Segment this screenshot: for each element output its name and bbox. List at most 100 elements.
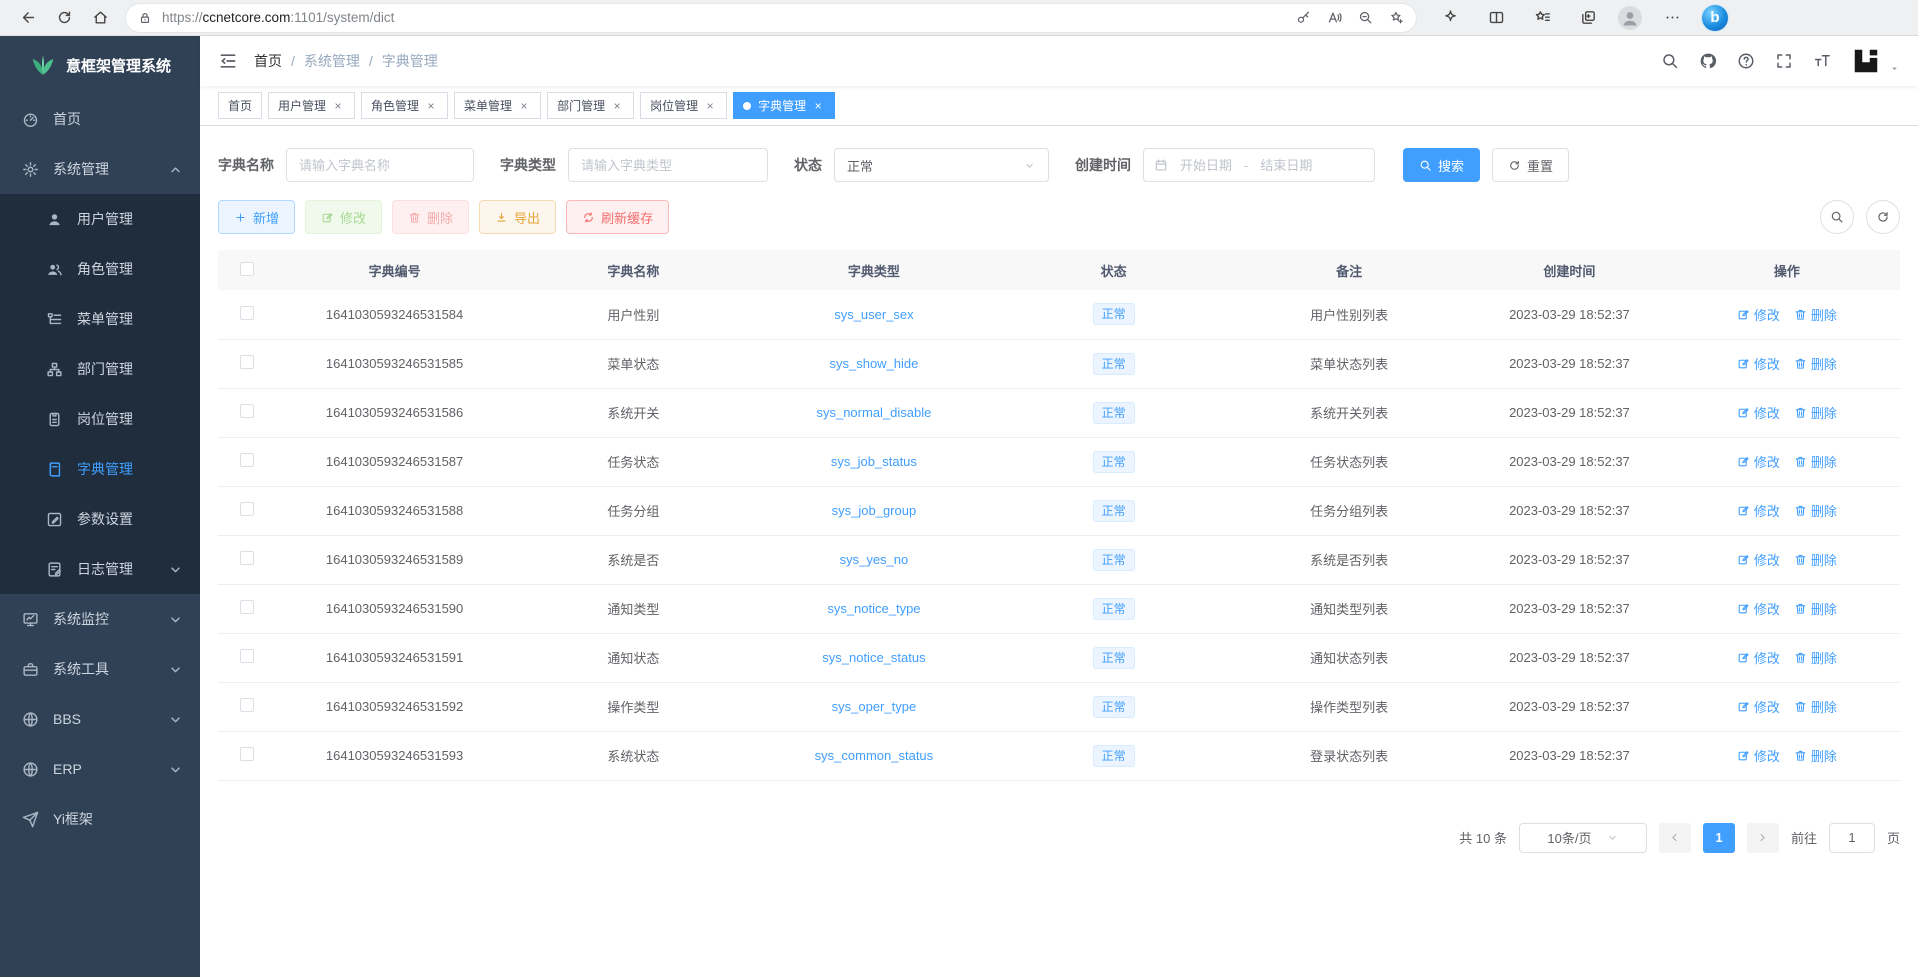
sidebar-item-6[interactable]: 岗位管理 bbox=[0, 394, 200, 444]
tab-close-icon[interactable]: × bbox=[703, 99, 717, 113]
password-key-icon[interactable] bbox=[1296, 10, 1311, 25]
dict-type-link[interactable]: sys_normal_disable bbox=[816, 405, 931, 420]
sidebar-item-3[interactable]: 角色管理 bbox=[0, 244, 200, 294]
status-select[interactable]: 正常 bbox=[834, 148, 1049, 182]
row-delete-button[interactable]: 删除 bbox=[1794, 599, 1837, 618]
header-search-icon[interactable] bbox=[1661, 52, 1679, 70]
edit-button[interactable]: 修改 bbox=[305, 200, 382, 234]
row-checkbox[interactable] bbox=[240, 306, 254, 320]
prev-page-button[interactable] bbox=[1659, 823, 1691, 853]
row-edit-button[interactable]: 修改 bbox=[1737, 746, 1780, 765]
tab-0[interactable]: 首页 bbox=[218, 92, 262, 119]
toggle-search-button[interactable] bbox=[1820, 200, 1854, 234]
sidebar-item-4[interactable]: 菜单管理 bbox=[0, 294, 200, 344]
sidebar-item-8[interactable]: 参数设置 bbox=[0, 494, 200, 544]
sidebar-item-13[interactable]: ERP bbox=[0, 744, 200, 794]
row-delete-button[interactable]: 删除 bbox=[1794, 697, 1837, 716]
row-edit-button[interactable]: 修改 bbox=[1737, 648, 1780, 667]
browser-home-icon[interactable] bbox=[84, 3, 116, 33]
row-checkbox[interactable] bbox=[240, 747, 254, 761]
search-button[interactable]: 搜索 bbox=[1403, 148, 1480, 182]
date-end-input[interactable] bbox=[1254, 158, 1318, 173]
dict-type-link[interactable]: sys_show_hide bbox=[829, 356, 918, 371]
row-checkbox[interactable] bbox=[240, 453, 254, 467]
row-edit-button[interactable]: 修改 bbox=[1737, 305, 1780, 324]
read-aloud-icon[interactable] bbox=[1327, 10, 1342, 25]
sidebar-item-12[interactable]: BBS bbox=[0, 694, 200, 744]
delete-button[interactable]: 删除 bbox=[392, 200, 469, 234]
sidebar-item-2[interactable]: 用户管理 bbox=[0, 194, 200, 244]
sidebar-item-active-7[interactable]: 字典管理 bbox=[0, 444, 200, 494]
sidebar-item-14[interactable]: Yi框架 bbox=[0, 794, 200, 844]
sidebar-fold-icon[interactable] bbox=[218, 51, 238, 71]
date-range-picker[interactable]: - bbox=[1143, 148, 1375, 182]
sidebar-item-11[interactable]: 系统工具 bbox=[0, 644, 200, 694]
tab-1[interactable]: 用户管理× bbox=[268, 92, 355, 119]
row-checkbox[interactable] bbox=[240, 355, 254, 369]
row-delete-button[interactable]: 删除 bbox=[1794, 746, 1837, 765]
help-icon[interactable] bbox=[1737, 52, 1755, 70]
row-checkbox[interactable] bbox=[240, 649, 254, 663]
favorites-icon[interactable] bbox=[1526, 3, 1558, 33]
browser-back-icon[interactable] bbox=[12, 3, 44, 33]
user-menu-caret-icon[interactable] bbox=[1889, 63, 1900, 74]
dict-name-input[interactable] bbox=[286, 148, 474, 182]
dict-type-link[interactable]: sys_notice_status bbox=[822, 650, 925, 665]
row-checkbox[interactable] bbox=[240, 600, 254, 614]
favorite-star-add-icon[interactable] bbox=[1389, 10, 1404, 25]
refresh-table-button[interactable] bbox=[1866, 200, 1900, 234]
row-edit-button[interactable]: 修改 bbox=[1737, 452, 1780, 471]
tab-close-icon[interactable]: × bbox=[811, 99, 825, 113]
row-delete-button[interactable]: 删除 bbox=[1794, 305, 1837, 324]
row-delete-button[interactable]: 删除 bbox=[1794, 648, 1837, 667]
split-screen-icon[interactable] bbox=[1480, 3, 1512, 33]
zoom-out-icon[interactable] bbox=[1358, 10, 1373, 25]
dict-type-link[interactable]: sys_common_status bbox=[815, 748, 934, 763]
user-logo-avatar[interactable] bbox=[1851, 46, 1881, 76]
dict-type-link[interactable]: sys_job_status bbox=[831, 454, 917, 469]
row-delete-button[interactable]: 删除 bbox=[1794, 452, 1837, 471]
current-page-button[interactable]: 1 bbox=[1703, 823, 1735, 853]
refresh-cache-button[interactable]: 刷新缓存 bbox=[566, 200, 669, 234]
row-edit-button[interactable]: 修改 bbox=[1737, 403, 1780, 422]
date-start-input[interactable] bbox=[1174, 158, 1238, 173]
tab-6[interactable]: 字典管理× bbox=[733, 92, 835, 119]
dict-type-link[interactable]: sys_notice_type bbox=[827, 601, 920, 616]
tab-close-icon[interactable]: × bbox=[610, 99, 624, 113]
breadcrumb-home[interactable]: 首页 bbox=[254, 51, 282, 71]
row-delete-button[interactable]: 删除 bbox=[1794, 354, 1837, 373]
fullscreen-icon[interactable] bbox=[1775, 52, 1793, 70]
dict-type-input[interactable] bbox=[568, 148, 768, 182]
export-button[interactable]: 导出 bbox=[479, 200, 556, 234]
dict-type-link[interactable]: sys_job_group bbox=[832, 503, 917, 518]
browser-essentials-icon[interactable] bbox=[1434, 3, 1466, 33]
row-delete-button[interactable]: 删除 bbox=[1794, 501, 1837, 520]
breadcrumb-system[interactable]: 系统管理 bbox=[304, 51, 360, 71]
row-checkbox[interactable] bbox=[240, 502, 254, 516]
copilot-bing-icon[interactable]: b bbox=[1702, 5, 1728, 31]
sidebar-item-9[interactable]: 日志管理 bbox=[0, 544, 200, 594]
address-bar[interactable]: https://ccnetcore.com:1101/system/dict bbox=[126, 4, 1416, 32]
row-checkbox[interactable] bbox=[240, 698, 254, 712]
row-checkbox[interactable] bbox=[240, 551, 254, 565]
tab-close-icon[interactable]: × bbox=[517, 99, 531, 113]
select-all-checkbox[interactable] bbox=[240, 262, 254, 276]
row-edit-button[interactable]: 修改 bbox=[1737, 354, 1780, 373]
tab-2[interactable]: 角色管理× bbox=[361, 92, 448, 119]
dict-type-link[interactable]: sys_yes_no bbox=[840, 552, 909, 567]
row-checkbox[interactable] bbox=[240, 404, 254, 418]
sidebar-item-1[interactable]: 系统管理 bbox=[0, 144, 200, 194]
more-menu-icon[interactable] bbox=[1656, 3, 1688, 33]
profile-avatar[interactable] bbox=[1618, 6, 1642, 30]
dict-type-link[interactable]: sys_user_sex bbox=[834, 307, 913, 322]
tab-3[interactable]: 菜单管理× bbox=[454, 92, 541, 119]
page-size-select[interactable]: 10条/页 bbox=[1519, 823, 1647, 853]
tab-close-icon[interactable]: × bbox=[424, 99, 438, 113]
reset-button[interactable]: 重置 bbox=[1492, 148, 1569, 182]
row-delete-button[interactable]: 删除 bbox=[1794, 550, 1837, 569]
sidebar-item-5[interactable]: 部门管理 bbox=[0, 344, 200, 394]
sidebar-item-0[interactable]: 首页 bbox=[0, 94, 200, 144]
row-edit-button[interactable]: 修改 bbox=[1737, 599, 1780, 618]
collections-icon[interactable] bbox=[1572, 3, 1604, 33]
row-delete-button[interactable]: 删除 bbox=[1794, 403, 1837, 422]
